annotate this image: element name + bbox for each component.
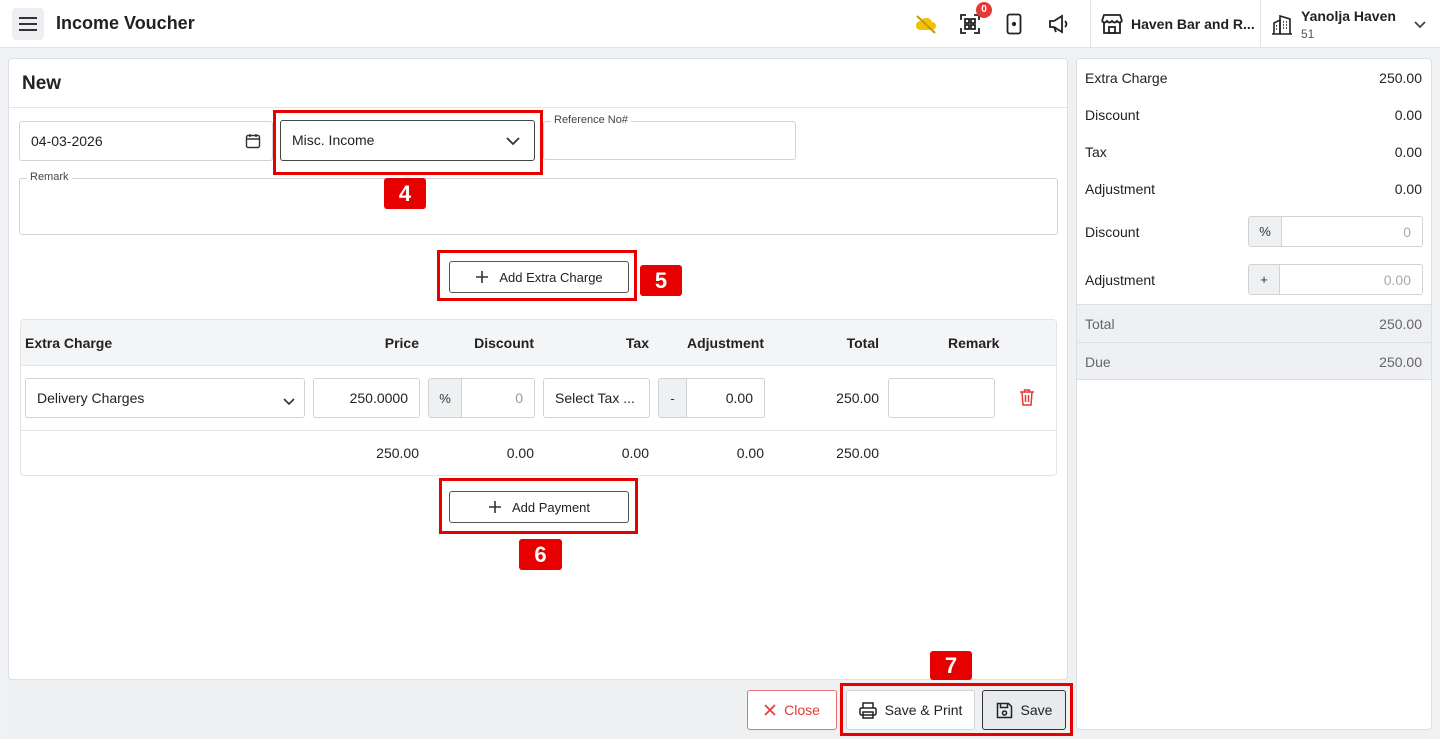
step-badge-7: 7 [930,651,972,680]
charge-value: Delivery Charges [37,390,145,406]
reference-no-label: Reference No# [551,114,631,126]
th-remark: Remark [948,335,1000,351]
th-tax: Tax [625,335,649,351]
page-title: Income Voucher [56,13,195,33]
chevron-down-icon [283,393,295,409]
trash-icon[interactable] [1019,388,1035,409]
date-input[interactable]: 04-03-2026 [19,121,273,161]
summary-discount-value: 0.00 [1394,107,1422,123]
close-label: Close [784,702,820,718]
chevron-down-icon[interactable] [1408,12,1432,36]
qr-count-badge: 0 [976,2,992,18]
header-divider [1260,0,1261,48]
calendar-icon[interactable] [245,133,261,152]
summary-total-row: Total 250.00 [1077,304,1431,342]
summary-due-label: Due [1085,354,1111,370]
row-remark-input[interactable] [888,378,995,418]
divider [21,430,1056,431]
price-value: 250.0000 [349,390,408,406]
close-icon [764,704,776,716]
summary-total-value: 250.00 [1379,316,1422,332]
summary-adjustment-input-label: Adjustment [1085,272,1156,288]
highlight-box-category [273,110,543,175]
summary-tax-label: Tax [1085,144,1107,160]
header-divider [1090,0,1091,48]
th-adjustment: Adjustment [687,335,764,351]
tax-value: Select Tax ... [555,390,635,406]
date-value: 04-03-2026 [31,133,103,149]
table-header: Extra Charge Price Discount Tax Adjustme… [21,320,1056,366]
summary-discount-type-toggle[interactable]: % [1249,217,1282,246]
total-adjustment: 0.00 [736,445,764,461]
summary-adjustment-input[interactable]: 0.00 [1384,272,1411,288]
th-discount: Discount [474,335,534,351]
hamburger-menu-button[interactable] [12,8,44,40]
adjustment-sign-toggle[interactable]: - [659,379,687,417]
remark-label: Remark [27,171,72,183]
th-total: Total [846,335,879,351]
summary-extra-charge-label: Extra Charge [1085,70,1168,86]
total-tax: 0.00 [621,445,649,461]
form-heading: New [22,73,62,94]
hamburger-icon [19,17,37,31]
extra-charge-table: Extra Charge Price Discount Tax Adjustme… [20,319,1057,476]
summary-adjustment-input-group[interactable]: + 0.00 [1248,264,1423,295]
summary-adjustment-value: 0.00 [1394,181,1422,197]
summary-adjustment-label: Adjustment [1085,181,1156,197]
summary-discount-label: Discount [1085,107,1140,123]
th-extra-charge: Extra Charge [25,335,113,351]
charge-select[interactable]: Delivery Charges [25,378,305,418]
summary-tax-value: 0.00 [1394,144,1422,160]
summary-panel: Extra Charge 250.00 Discount 0.00 Tax 0.… [1076,58,1432,730]
adjustment-value[interactable]: 0.00 [726,390,753,406]
hotel-selector[interactable]: Haven Bar and R... [1131,16,1255,32]
summary-discount-input[interactable]: 0 [1403,224,1411,240]
price-input[interactable]: 250.0000 [313,378,420,418]
row-total: 250.00 [836,390,879,406]
highlight-box-save-buttons [840,683,1073,736]
highlight-box-add-payment [439,478,638,534]
summary-adjustment-sign-toggle[interactable]: + [1249,265,1280,294]
step-badge-4: 4 [384,178,426,209]
highlight-box-add-extra-charge [437,250,637,301]
total-discount: 0.00 [506,445,534,461]
user-sub: 51 [1301,27,1315,41]
summary-due-row: Due 250.00 [1077,342,1431,380]
top-bar: Income Voucher 0 Haven Bar and R... Yano… [0,0,1440,48]
discount-value[interactable]: 0 [515,390,523,406]
adjustment-input-group[interactable]: - 0.00 [658,378,765,418]
reference-no-input[interactable] [543,121,796,160]
grand-total: 250.00 [836,445,879,461]
th-price: Price [384,335,419,351]
user-name[interactable]: Yanolja Haven [1301,8,1396,24]
step-badge-6: 6 [519,539,562,570]
total-price: 250.00 [376,445,419,461]
summary-due-value: 250.00 [1379,354,1422,370]
megaphone-icon[interactable] [1046,12,1070,36]
close-button[interactable]: Close [747,690,837,730]
summary-discount-input-group[interactable]: % 0 [1248,216,1423,247]
cloud-off-icon[interactable] [914,12,938,36]
summary-total-label: Total [1085,316,1115,332]
store-icon [1100,12,1124,36]
discount-input-group[interactable]: % 0 [428,378,535,418]
step-badge-5: 5 [640,265,682,296]
summary-discount-input-label: Discount [1085,224,1140,240]
summary-extra-charge-value: 250.00 [1379,70,1422,86]
discount-type-toggle[interactable]: % [429,379,462,417]
building-icon [1270,12,1294,36]
remark-textarea[interactable] [19,178,1058,235]
tax-select[interactable]: Select Tax ... [543,378,650,418]
tablet-icon[interactable] [1002,12,1026,36]
divider [9,107,1067,108]
